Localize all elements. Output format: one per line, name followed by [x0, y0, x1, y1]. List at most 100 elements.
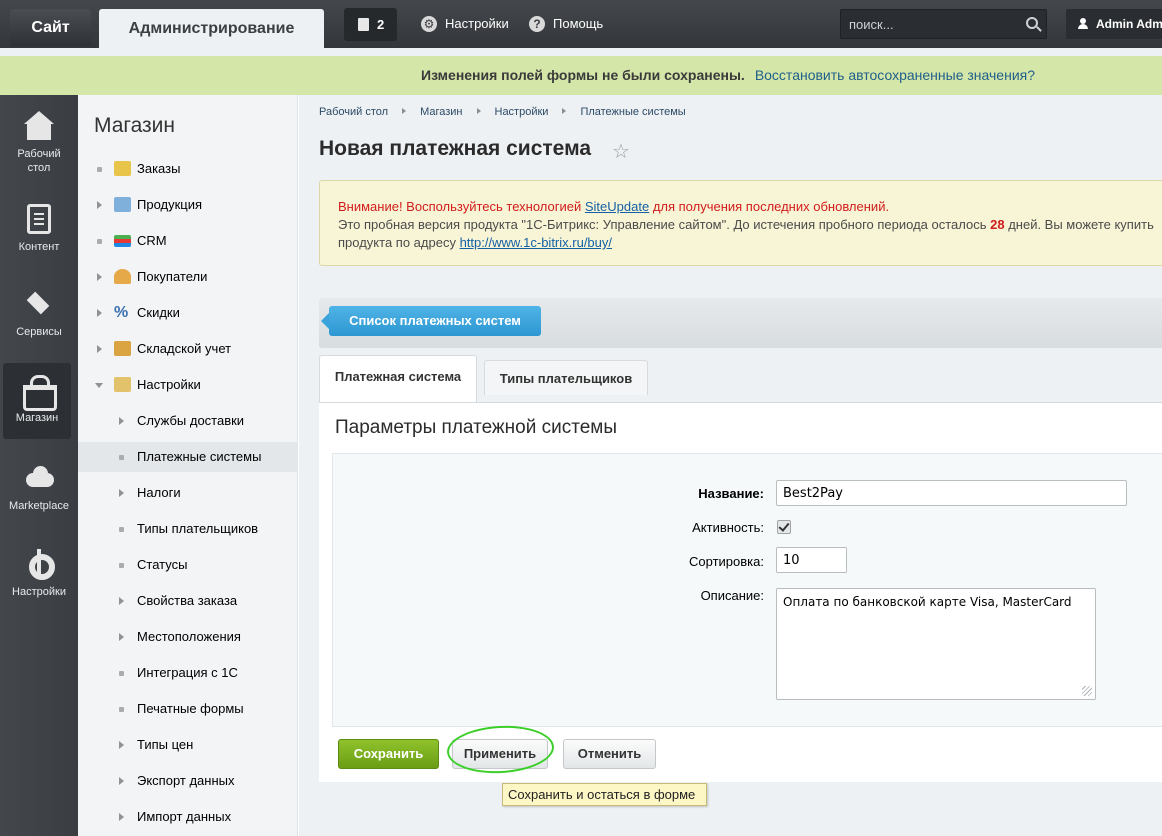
layers-icon: [24, 289, 54, 319]
top-bar: Сайт Администрирование 2 ⚙ Настройки ? Пом…: [0, 0, 1162, 48]
menu-settings[interactable]: Настройки: [0, 549, 78, 599]
menu-services[interactable]: Сервисы: [0, 289, 78, 339]
sidebar-item-label: Платежные системы: [137, 449, 262, 464]
breadcrumb-arrow-icon: [402, 108, 407, 114]
crm-icon: [114, 235, 131, 247]
sidebar-item-orders[interactable]: Заказы: [78, 154, 298, 184]
description-label: Описание:: [700, 588, 764, 603]
sidebar-item-export[interactable]: Экспорт данных: [78, 766, 298, 796]
sidebar-item-label: Импорт данных: [137, 809, 232, 824]
menu-settings-label: Настройки: [12, 586, 66, 598]
menu-desktop[interactable]: Рабочий стол: [0, 111, 78, 175]
gear-icon: [24, 549, 55, 580]
siteupdate-link[interactable]: SiteUpdate: [585, 199, 649, 214]
sidebar-item-crm[interactable]: CRM: [78, 226, 298, 256]
chevron-right-icon[interactable]: [119, 741, 124, 749]
settings-link[interactable]: ⚙ Настройки: [421, 0, 509, 48]
sidebar-item-price-types[interactable]: Типы цен: [78, 730, 298, 760]
sidebar-item-locations[interactable]: Местоположения: [78, 622, 298, 652]
trial-tail: дней. Вы можете купить: [1004, 217, 1154, 232]
sidebar-item-payer-types[interactable]: Типы плательщиков: [78, 514, 298, 544]
section-title: Параметры платежной системы: [335, 417, 617, 438]
chevron-right-icon[interactable]: [97, 309, 102, 317]
chevron-right-icon[interactable]: [97, 345, 102, 353]
sidebar-item-import[interactable]: Импорт данных: [78, 802, 298, 832]
sidebar-item-statuses[interactable]: Статусы: [78, 550, 298, 580]
help-icon: ?: [529, 15, 545, 32]
bullet-icon: [119, 707, 124, 712]
sidebar-item-customers[interactable]: Покупатели: [78, 262, 298, 292]
menu-shop[interactable]: Магазин: [3, 363, 71, 439]
sidebar-item-taxes[interactable]: Налоги: [78, 478, 298, 508]
admin-tab[interactable]: Администрирование: [99, 9, 324, 48]
tab-payment-system[interactable]: Платежная система: [319, 355, 477, 403]
sidebar-item-label: Местоположения: [137, 629, 241, 644]
user-menu[interactable]: Admin Adm: [1066, 9, 1162, 39]
description-field[interactable]: Оплата по банковской карте Visa, MasterC…: [776, 588, 1096, 700]
sidebar-item-label: Складской учет: [137, 341, 232, 356]
sidebar-item-discounts[interactable]: % Скидки: [78, 298, 298, 328]
chevron-right-icon[interactable]: [119, 417, 124, 425]
breadcrumb-item[interactable]: Настройки: [495, 106, 549, 118]
active-label: Активность:: [692, 520, 764, 535]
chevron-right-icon[interactable]: [97, 201, 102, 209]
chevron-right-icon[interactable]: [119, 633, 124, 641]
buy-link[interactable]: http://www.1c-bitrix.ru/buy/: [460, 235, 612, 250]
sidebar-item-label: CRM: [137, 233, 167, 248]
sidebar-item-payment-systems[interactable]: Платежные системы: [78, 442, 298, 472]
bullet-icon: [119, 671, 124, 676]
active-checkbox[interactable]: [777, 520, 791, 534]
favorite-star-icon[interactable]: ☆: [612, 139, 630, 164]
breadcrumb-item[interactable]: Магазин: [420, 106, 462, 118]
chevron-down-icon[interactable]: [95, 383, 103, 388]
restore-link[interactable]: Восстановить автосохраненные значения?: [755, 67, 1035, 83]
sidebar-item-label: Налоги: [137, 485, 181, 500]
chevron-right-icon[interactable]: [119, 597, 124, 605]
sort-field[interactable]: [776, 547, 847, 573]
home-icon: [24, 111, 54, 141]
chevron-right-icon[interactable]: [97, 273, 102, 281]
cancel-button[interactable]: Отменить: [563, 739, 656, 769]
sidebar-item-label: Заказы: [137, 161, 181, 176]
menu-marketplace[interactable]: Marketplace: [0, 463, 78, 513]
site-tab[interactable]: Сайт: [10, 9, 91, 46]
help-link[interactable]: ? Помощь: [529, 0, 603, 48]
sidebar-item-label: Экспорт данных: [137, 773, 235, 788]
tab-payer-types[interactable]: Типы плательщиков: [484, 360, 648, 395]
bullet-icon: [97, 167, 102, 172]
breadcrumb-item[interactable]: Рабочий стол: [319, 106, 388, 118]
search-input[interactable]: [841, 10, 1021, 38]
menu-marketplace-label: Marketplace: [9, 500, 69, 512]
payment-systems-list-button[interactable]: Список платежных систем: [321, 306, 541, 336]
breadcrumb-item[interactable]: Платежные системы: [580, 106, 685, 118]
name-field[interactable]: [776, 480, 1127, 506]
sidebar-item-products[interactable]: Продукция: [78, 190, 298, 220]
orders-icon: [114, 161, 131, 176]
chevron-right-icon[interactable]: [119, 777, 124, 785]
chevron-right-icon[interactable]: [119, 489, 124, 497]
chevron-right-icon[interactable]: [119, 813, 124, 821]
search-icon[interactable]: [1026, 17, 1038, 29]
sidebar-item-label: Типы цен: [137, 737, 194, 752]
bullet-icon: [97, 239, 102, 244]
sidebar-item-1c-integration[interactable]: Интеграция с 1С: [78, 658, 298, 688]
breadcrumb-arrow-icon: [476, 108, 481, 114]
bullet-icon: [119, 563, 124, 568]
save-button[interactable]: Сохранить: [338, 739, 439, 769]
menu-desktop-label-2: стол: [27, 162, 51, 174]
notification-icon: [358, 18, 369, 31]
menu-content[interactable]: Контент: [0, 204, 78, 254]
sidebar-item-label: Типы плательщиков: [137, 521, 259, 536]
resize-handle-icon[interactable]: [1082, 686, 1092, 696]
sidebar-item-order-props[interactable]: Свойства заказа: [78, 586, 298, 616]
menu-desktop-label-1: Рабочий: [17, 148, 61, 160]
basket-icon: [22, 375, 57, 411]
sidebar-item-warehouse[interactable]: Складской учет: [78, 334, 298, 364]
apply-tooltip: Сохранить и остаться в форме: [502, 783, 707, 806]
notifications-button[interactable]: 2: [344, 8, 397, 41]
sidebar-item-print-forms[interactable]: Печатные формы: [78, 694, 298, 724]
left-icon-menu: Рабочий стол Контент Сервисы Магазин Mar…: [0, 95, 78, 836]
menu-content-label: Контент: [18, 241, 60, 253]
sidebar-item-settings[interactable]: Настройки: [78, 370, 298, 400]
sidebar-item-delivery[interactable]: Службы доставки: [78, 406, 298, 436]
